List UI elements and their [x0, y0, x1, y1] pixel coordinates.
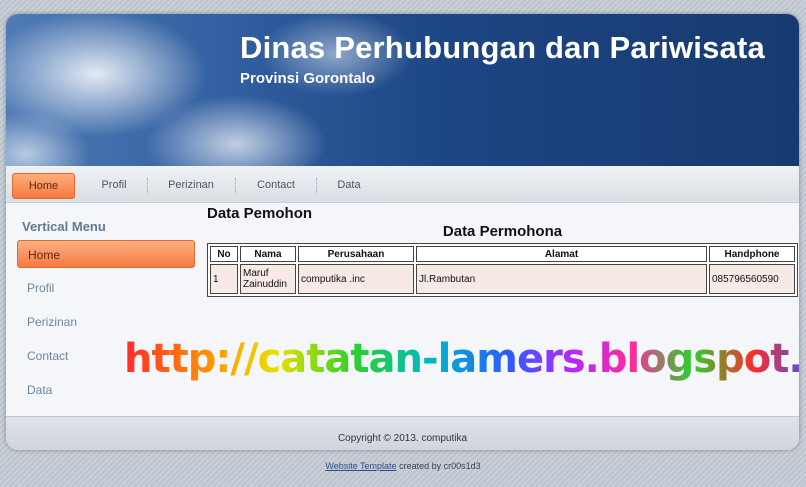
top-nav: Home Profil Perizinan Contact Data: [6, 166, 799, 203]
site-subtitle: Provinsi Gorontalo: [240, 70, 376, 87]
website-template-link[interactable]: Website Template: [325, 461, 396, 471]
sidebar-item-home[interactable]: Home: [17, 240, 195, 268]
column-header-perusahaan: Perusahaan: [298, 246, 414, 262]
cell-nama: Maruf Zainuddin: [240, 264, 296, 294]
nav-separator: [235, 178, 236, 194]
table-caption: Data Permohona: [442, 223, 563, 240]
cell-alamat: Jl.Rambutan: [416, 264, 707, 294]
column-header-handphone: Handphone: [709, 246, 795, 262]
column-header-nama: Nama: [240, 246, 296, 262]
nav-item-home[interactable]: Home: [12, 173, 75, 199]
sidebar-item-perizinan[interactable]: Perizinan: [17, 308, 195, 336]
copyright-text: Copyright © 2013. computika: [337, 433, 468, 444]
cell-no: 1: [210, 264, 238, 294]
footer: Copyright © 2013. computika: [6, 416, 799, 450]
credit-text: created by cr00s1d3: [396, 461, 481, 471]
watermark-url: http://catatan-lamers.blogspot.com: [124, 336, 799, 382]
nav-item-data[interactable]: Data: [328, 173, 370, 197]
nav-item-profil[interactable]: Profil: [92, 173, 136, 197]
column-header-no: No: [210, 246, 238, 262]
sidebar-title: Vertical Menu: [22, 219, 106, 234]
page-frame: Dinas Perhubungan dan Pariwisata Provins…: [6, 14, 799, 450]
applicant-table: No Nama Perusahaan Alamat Handphone 1 Ma…: [207, 243, 798, 297]
nav-separator: [316, 178, 317, 194]
column-header-alamat: Alamat: [416, 246, 707, 262]
cell-perusahaan: computika .inc: [298, 264, 414, 294]
nav-item-contact[interactable]: Contact: [248, 173, 304, 197]
template-credit: Website Template created by cr00s1d3: [0, 461, 806, 471]
nav-separator: [147, 178, 148, 194]
table-row: 1 Maruf Zainuddin computika .inc Jl.Ramb…: [210, 264, 795, 294]
table-header-row: No Nama Perusahaan Alamat Handphone: [210, 246, 795, 262]
header-banner: Dinas Perhubungan dan Pariwisata Provins…: [6, 14, 799, 166]
sidebar-item-profil[interactable]: Profil: [17, 274, 195, 302]
cell-handphone: 085796560590: [709, 264, 795, 294]
nav-item-perizinan[interactable]: Perizinan: [160, 173, 222, 197]
site-title: Dinas Perhubungan dan Pariwisata: [240, 30, 765, 65]
content-title: Data Pemohon: [207, 205, 313, 222]
